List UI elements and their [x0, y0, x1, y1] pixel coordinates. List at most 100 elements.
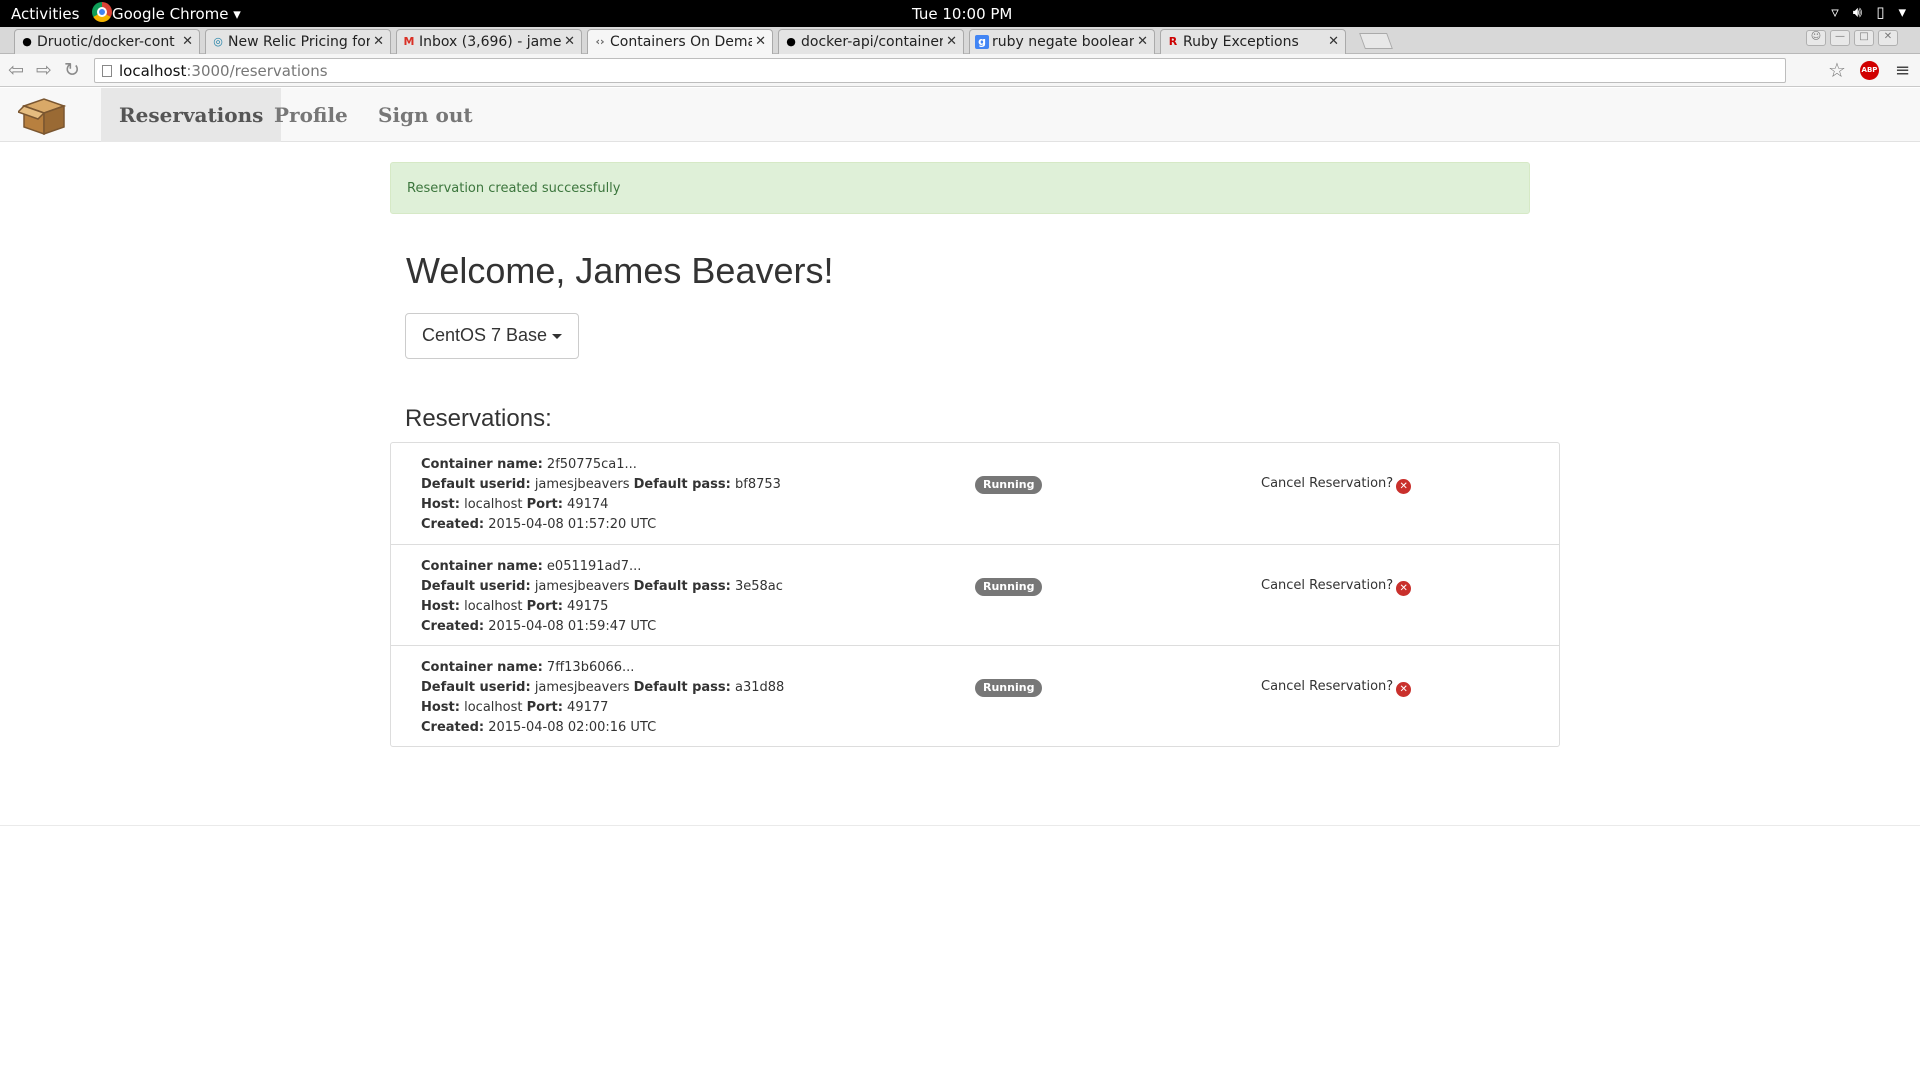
tab-strip: ● Druotic/docker-cont ✕ ◎ New Relic Pric…	[0, 27, 1920, 54]
pass-label: Default pass:	[633, 579, 731, 594]
system-menu-chevron-icon[interactable]: ▾	[1898, 3, 1906, 21]
cancel-reservation-link[interactable]: Cancel Reservation? ✕	[1261, 679, 1412, 697]
close-tab-icon[interactable]: ✕	[755, 34, 766, 49]
maximize-icon[interactable]: □	[1854, 30, 1874, 46]
nav-reservations[interactable]: Reservations	[101, 88, 282, 142]
reload-icon[interactable]: ↻	[64, 59, 80, 81]
tab-docker-api[interactable]: ● docker-api/container ✕	[778, 29, 964, 54]
reservations-heading: Reservations:	[405, 405, 552, 432]
caret-down-icon	[552, 333, 563, 339]
nav-sign-out[interactable]: Sign out	[360, 88, 491, 142]
code-icon: ‹›	[595, 35, 605, 48]
box-logo-icon[interactable]	[18, 96, 70, 136]
cancel-label: Cancel Reservation?	[1261, 476, 1394, 491]
page-title: Welcome, James Beavers!	[406, 250, 834, 291]
nav-profile[interactable]: Profile	[256, 88, 366, 142]
back-arrow-icon[interactable]: ⇦	[8, 59, 24, 81]
cancel-reservation-link[interactable]: Cancel Reservation? ✕	[1261, 476, 1412, 494]
address-bar[interactable]: localhost:3000/reservations	[94, 58, 1786, 83]
userid-label: Default userid:	[421, 477, 531, 492]
created-value: 2015-04-08 01:57:20 UTC	[488, 517, 657, 532]
window-controls: ☺ — □ ✕	[1806, 30, 1898, 46]
cancel-x-icon[interactable]: ✕	[1396, 581, 1412, 596]
created-label: Created:	[421, 720, 485, 735]
dropdown-label: CentOS 7 Base	[422, 325, 548, 345]
created-label: Created:	[421, 619, 485, 634]
app-navbar: Reservations Profile Sign out	[0, 88, 1920, 142]
cancel-x-icon[interactable]: ✕	[1396, 479, 1412, 494]
pass-label: Default pass:	[633, 477, 731, 492]
created-value: 2015-04-08 01:59:47 UTC	[488, 619, 657, 634]
cancel-label: Cancel Reservation?	[1261, 679, 1394, 694]
container-name-value: 2f50775ca1...	[546, 457, 637, 472]
close-window-icon[interactable]: ✕	[1878, 30, 1898, 46]
image-select-dropdown[interactable]: CentOS 7 Base	[405, 313, 579, 359]
host-label: Host:	[421, 599, 460, 614]
host-value: localhost	[464, 497, 523, 512]
tab-ruby-exceptions[interactable]: R Ruby Exceptions ✕	[1160, 29, 1346, 54]
wifi-icon[interactable]: ▿	[1831, 3, 1839, 21]
tab-label: Inbox (3,696) - jame	[419, 34, 561, 50]
port-label: Port:	[526, 599, 563, 614]
system-tray[interactable]: ▿ 🔊︎ ▯ ▾	[1831, 3, 1906, 21]
github-icon: ●	[22, 35, 32, 48]
close-tab-icon[interactable]: ✕	[1137, 34, 1148, 49]
tab-label: Containers On Dema	[610, 34, 752, 50]
userid-value: jamesjbeavers	[534, 680, 630, 695]
bookmark-star-icon[interactable]: ☆	[1828, 58, 1846, 82]
cancel-reservation-link[interactable]: Cancel Reservation? ✕	[1261, 578, 1412, 596]
pass-value: bf8753	[735, 477, 781, 492]
pass-value: 3e58ac	[735, 579, 783, 594]
cancel-x-icon[interactable]: ✕	[1396, 682, 1412, 697]
close-tab-icon[interactable]: ✕	[182, 34, 193, 49]
port-label: Port:	[526, 700, 563, 715]
url-path: :3000/reservations	[186, 62, 328, 80]
footer-divider	[0, 825, 1920, 826]
profile-icon[interactable]: ☺	[1806, 30, 1826, 46]
url-host: localhost	[119, 62, 187, 80]
system-top-bar: Activities Google Chrome ▾ Tue 10:00 PM …	[0, 0, 1920, 27]
battery-icon[interactable]: ▯	[1876, 3, 1884, 21]
reservation-details: Container name: 2f50775ca1... Default us…	[421, 455, 781, 535]
host-label: Host:	[421, 700, 460, 715]
tab-gmail-inbox[interactable]: M Inbox (3,696) - jame ✕	[396, 29, 582, 54]
userid-label: Default userid:	[421, 680, 531, 695]
reservation-details: Container name: e051191ad7... Default us…	[421, 557, 783, 637]
userid-label: Default userid:	[421, 579, 531, 594]
host-value: localhost	[464, 599, 523, 614]
container-name-label: Container name:	[421, 457, 543, 472]
tab-label: Ruby Exceptions	[1183, 34, 1299, 50]
tab-label: New Relic Pricing for	[228, 34, 370, 50]
google-icon: g	[975, 35, 989, 49]
app-menu-button[interactable]: Google Chrome ▾	[112, 5, 241, 23]
host-value: localhost	[464, 700, 523, 715]
tab-label: Druotic/docker-cont	[37, 34, 175, 50]
tab-containers-on-demand[interactable]: ‹› Containers On Dema ✕	[587, 29, 773, 54]
tab-new-relic[interactable]: ◎ New Relic Pricing for ✕	[205, 29, 391, 54]
new-tab-button[interactable]	[1359, 33, 1393, 49]
chrome-menu-icon[interactable]: ≡	[1895, 60, 1910, 81]
container-name-value: e051191ad7...	[546, 559, 642, 574]
close-tab-icon[interactable]: ✕	[946, 34, 957, 49]
activities-button[interactable]: Activities	[11, 5, 79, 23]
close-tab-icon[interactable]: ✕	[1328, 34, 1339, 49]
userid-value: jamesjbeavers	[534, 477, 630, 492]
tab-druotic-docker[interactable]: ● Druotic/docker-cont ✕	[14, 29, 200, 54]
status-badge: Running	[975, 476, 1043, 494]
volume-icon[interactable]: 🔊︎	[1853, 3, 1862, 21]
forward-arrow-icon[interactable]: ⇨	[36, 59, 52, 81]
ruby-icon: R	[1168, 35, 1178, 48]
chrome-logo-icon	[92, 2, 112, 22]
adblock-plus-icon[interactable]: ABP	[1860, 61, 1879, 80]
userid-value: jamesjbeavers	[534, 579, 630, 594]
clock[interactable]: Tue 10:00 PM	[912, 5, 1012, 23]
tab-label: docker-api/container	[801, 34, 943, 50]
github-icon: ●	[786, 35, 796, 48]
tab-ruby-negate-boolean[interactable]: g ruby negate boolean ✕	[969, 29, 1155, 54]
reservations-list: Container name: 2f50775ca1... Default us…	[390, 442, 1560, 747]
container-name-label: Container name:	[421, 559, 543, 574]
minimize-icon[interactable]: —	[1830, 30, 1850, 46]
reservation-row: Container name: 2f50775ca1... Default us…	[391, 443, 1559, 544]
close-tab-icon[interactable]: ✕	[373, 34, 384, 49]
close-tab-icon[interactable]: ✕	[564, 34, 575, 49]
